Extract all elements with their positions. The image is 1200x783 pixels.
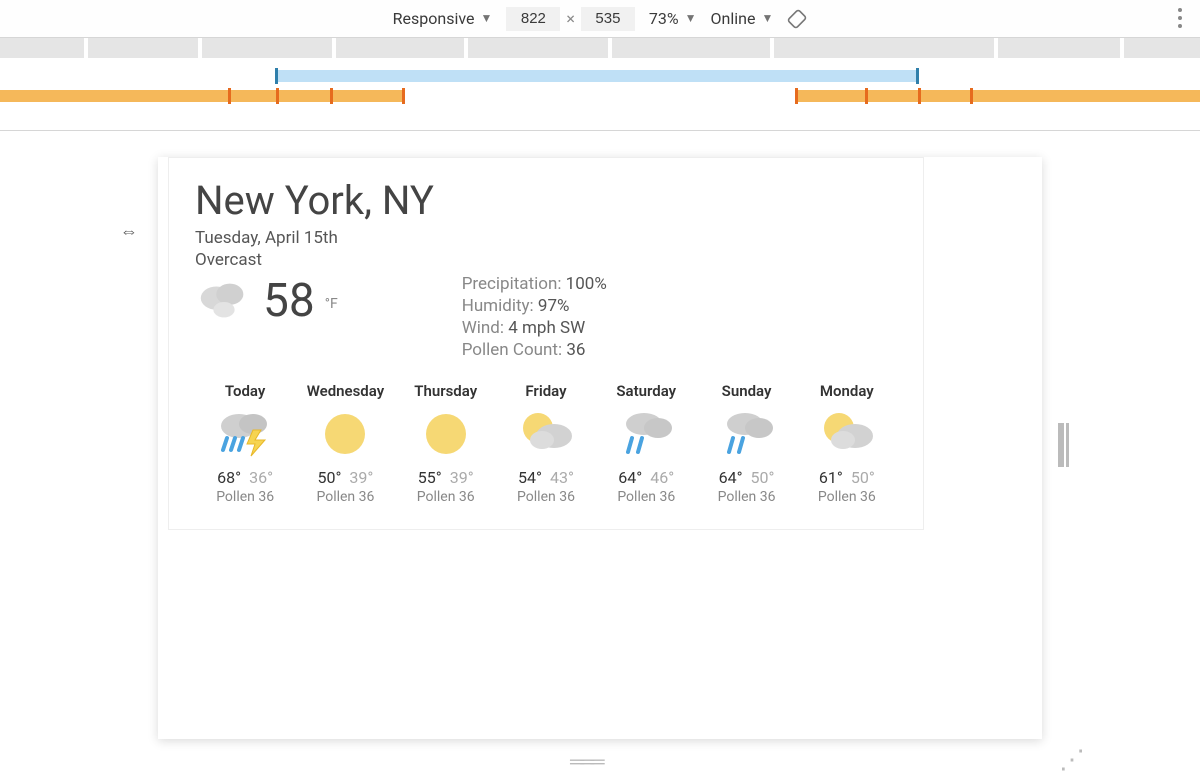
partly-icon	[797, 406, 897, 460]
chevron-down-icon: ▼	[685, 11, 697, 25]
breakpoint-mark[interactable]	[276, 88, 279, 104]
low-temp: 43°	[550, 468, 574, 487]
day-name: Thursday	[396, 382, 496, 400]
pollen-text: Pollen 36	[195, 489, 295, 505]
wind-value: 4 mph SW	[508, 318, 585, 338]
forecast-day[interactable]: Wednesday 50° 39° Pollen 36	[295, 382, 395, 505]
day-name: Saturday	[596, 382, 696, 400]
breakpoint-mark[interactable]	[795, 88, 798, 104]
high-temp: 68°	[217, 468, 241, 487]
day-name: Monday	[797, 382, 897, 400]
current-weather: 58 °F Precipitation: 100% Humidity: 97% …	[195, 274, 897, 362]
low-temp: 36°	[249, 468, 273, 487]
breakpoint-ruler	[0, 38, 1200, 131]
low-temp: 46°	[650, 468, 674, 487]
width-ruler[interactable]	[0, 38, 1200, 58]
height-input[interactable]	[581, 7, 635, 31]
resize-cursor-icon: ⇔	[120, 221, 138, 242]
throttle-select[interactable]: Online ▼	[711, 9, 774, 28]
current-temp: 58	[263, 274, 315, 328]
high-temp: 54°	[518, 468, 542, 487]
rotate-button[interactable]	[787, 9, 807, 29]
forecast-day[interactable]: Monday 61° 50° Pollen 36	[797, 382, 897, 505]
width-input[interactable]	[506, 7, 560, 31]
device-toolbar: Responsive ▼ × 73% ▼ Online ▼	[0, 0, 1200, 38]
high-temp: 61°	[819, 468, 843, 487]
condition-text: Overcast	[195, 250, 897, 270]
weather-card: New York, NY Tuesday, April 15th Overcas…	[168, 157, 924, 530]
emulated-viewport[interactable]: New York, NY Tuesday, April 15th Overcas…	[158, 157, 1042, 739]
media-query-bar-max	[0, 70, 1200, 82]
throttle-label: Online	[711, 9, 756, 28]
day-name: Wednesday	[295, 382, 395, 400]
storm-icon	[195, 406, 295, 460]
media-query-segment[interactable]	[795, 90, 1200, 102]
forecast-day[interactable]: Thursday 55° 39° Pollen 36	[396, 382, 496, 505]
low-temp: 50°	[751, 468, 775, 487]
humidity-value: 97%	[538, 296, 570, 316]
high-temp: 50°	[317, 468, 341, 487]
forecast-day[interactable]: Sunday 64° 50° Pollen 36	[696, 382, 796, 505]
pollen-text: Pollen 36	[696, 489, 796, 505]
wind-label: Wind:	[462, 318, 504, 338]
rain-icon	[696, 406, 796, 460]
date-text: Tuesday, April 15th	[195, 228, 897, 248]
resize-handle-right[interactable]	[1066, 423, 1069, 467]
forecast-day[interactable]: Saturday 64° 46° Pollen 36	[596, 382, 696, 505]
breakpoint-mark[interactable]	[228, 88, 231, 104]
high-temp: 64°	[618, 468, 642, 487]
day-name: Today	[195, 382, 295, 400]
resize-handle-bottom[interactable]: ═══	[570, 749, 601, 774]
device-label: Responsive	[393, 9, 475, 28]
pollen-value: 36	[566, 340, 585, 360]
resize-handle-right[interactable]	[1058, 423, 1064, 467]
sun-icon	[396, 406, 496, 460]
pollen-text: Pollen 36	[496, 489, 596, 505]
chevron-down-icon: ▼	[480, 11, 492, 25]
dimension-separator: ×	[566, 9, 575, 28]
forecast-day[interactable]: Today 68° 36° Pollen 36	[195, 382, 295, 505]
low-temp: 39°	[349, 468, 373, 487]
pollen-label: Pollen Count:	[462, 340, 562, 360]
high-temp: 55°	[418, 468, 442, 487]
partly-icon	[496, 406, 596, 460]
low-temp: 50°	[851, 468, 875, 487]
precip-label: Precipitation:	[462, 274, 562, 294]
forecast-day[interactable]: Friday 54° 43° Pollen 36	[496, 382, 596, 505]
zoom-select[interactable]: 73% ▼	[649, 9, 697, 28]
breakpoint-mark[interactable]	[970, 88, 973, 104]
rotate-icon	[787, 9, 807, 29]
breakpoint-mark[interactable]	[330, 88, 333, 104]
media-query-bar-min	[0, 90, 1200, 102]
breakpoint-mark[interactable]	[402, 88, 405, 104]
day-name: Friday	[496, 382, 596, 400]
temp-unit: °F	[325, 296, 338, 312]
low-temp: 39°	[450, 468, 474, 487]
weather-stats: Precipitation: 100% Humidity: 97% Wind: …	[462, 274, 607, 362]
day-name: Sunday	[696, 382, 796, 400]
more-options-button[interactable]	[1178, 8, 1182, 28]
city-heading: New York, NY	[195, 180, 897, 222]
pollen-text: Pollen 36	[596, 489, 696, 505]
humidity-label: Humidity:	[462, 296, 534, 316]
rain-icon	[596, 406, 696, 460]
high-temp: 64°	[719, 468, 743, 487]
device-stage: ⇔ New York, NY Tuesday, April 15th Overc…	[0, 131, 1200, 772]
breakpoint-mark[interactable]	[865, 88, 868, 104]
overcast-icon	[195, 276, 253, 326]
breakpoint-mark[interactable]	[918, 88, 921, 104]
chevron-down-icon: ▼	[761, 11, 773, 25]
media-query-segment[interactable]	[0, 90, 405, 102]
pollen-text: Pollen 36	[295, 489, 395, 505]
forecast-row: Today 68° 36° Pollen 36 Wednesday 50° 39° Polle…	[195, 382, 897, 505]
sun-icon	[295, 406, 395, 460]
pollen-text: Pollen 36	[396, 489, 496, 505]
device-select[interactable]: Responsive ▼	[393, 9, 493, 28]
dimensions-group: ×	[506, 7, 635, 31]
zoom-label: 73%	[649, 9, 679, 28]
pollen-text: Pollen 36	[797, 489, 897, 505]
media-query-range[interactable]	[276, 70, 918, 82]
resize-handle-corner[interactable]: ⋰	[1059, 745, 1079, 775]
precip-value: 100%	[566, 274, 607, 294]
